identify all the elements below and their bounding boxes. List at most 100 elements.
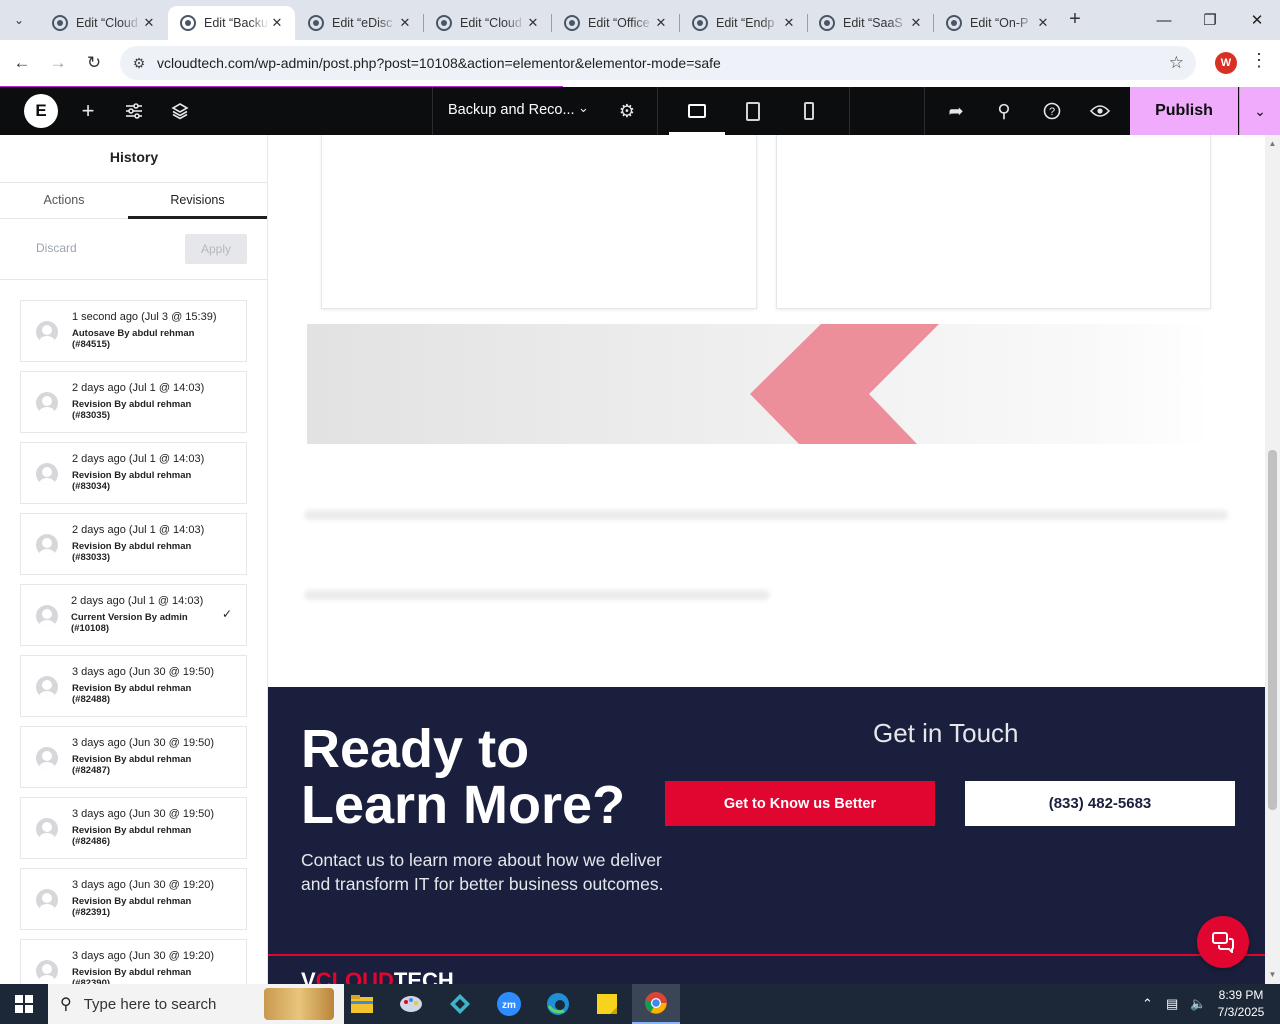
paint-app-icon[interactable] bbox=[387, 984, 435, 1024]
tab-label: Edit “Cloud bbox=[76, 16, 138, 30]
tab-revisions[interactable]: Revisions bbox=[128, 183, 267, 219]
content-card[interactable] bbox=[776, 135, 1211, 309]
help-question-icon[interactable]: ? bbox=[1040, 99, 1064, 123]
app-diamond-icon[interactable] bbox=[436, 984, 484, 1024]
close-icon[interactable]: ✕ bbox=[141, 15, 157, 31]
desktop-device-icon[interactable] bbox=[685, 99, 709, 123]
volume-icon[interactable]: 🔈 bbox=[1190, 984, 1206, 1024]
system-clock[interactable]: 8:39 PM 7/3/2025 bbox=[1210, 987, 1272, 1021]
file-explorer-icon[interactable] bbox=[338, 984, 386, 1024]
tab-label: Edit “Cloud bbox=[460, 16, 522, 30]
zoom-app-icon[interactable]: zm bbox=[485, 984, 533, 1024]
taskbar-search[interactable]: ⚲ Type here to search bbox=[48, 984, 344, 1024]
revision-author: Autosave By abdul rehman bbox=[72, 328, 195, 339]
close-icon[interactable]: ✕ bbox=[1035, 15, 1051, 31]
browser-menu-icon[interactable]: ⋮ bbox=[1250, 50, 1268, 71]
bookmark-star-icon[interactable]: ☆ bbox=[1169, 53, 1184, 73]
edge-browser-icon[interactable] bbox=[534, 984, 582, 1024]
revision-item[interactable]: 3 days ago (Jun 30 @ 19:50) Revision By … bbox=[20, 655, 247, 717]
tab-search-chevron-icon[interactable]: ⌄ bbox=[6, 7, 32, 33]
tray-overflow-chevron-icon[interactable]: ⌃ bbox=[1142, 984, 1153, 1024]
search-placeholder: Type here to search bbox=[83, 995, 217, 1013]
windows-start-icon[interactable] bbox=[0, 984, 48, 1024]
content-card[interactable] bbox=[321, 135, 757, 309]
discard-button[interactable]: Discard bbox=[36, 241, 77, 255]
search-icon[interactable]: ⚲ bbox=[992, 99, 1016, 123]
chat-bubble-icon[interactable] bbox=[1197, 916, 1249, 968]
footer-logo[interactable]: VCLOUDTECH bbox=[301, 968, 454, 984]
close-icon[interactable]: ✕ bbox=[397, 15, 413, 31]
close-icon[interactable]: ✕ bbox=[908, 15, 924, 31]
restore-icon[interactable]: ❐ bbox=[1187, 0, 1233, 40]
revision-time: 3 days ago (Jun 30 @ 19:50) bbox=[72, 808, 215, 820]
browser-tab[interactable]: Edit “Office ✕ bbox=[552, 6, 679, 40]
publish-button[interactable]: Publish bbox=[1130, 87, 1238, 135]
revision-item[interactable]: 2 days ago (Jul 1 @ 14:03) Revision By a… bbox=[20, 513, 247, 575]
scroll-down-arrow-icon[interactable]: ▼ bbox=[1265, 968, 1280, 982]
elementor-logo-icon[interactable]: E bbox=[24, 94, 58, 128]
revision-id: (#82487) bbox=[72, 765, 111, 776]
apply-button[interactable]: Apply bbox=[185, 234, 247, 264]
new-tab-plus-icon[interactable]: + bbox=[1064, 8, 1086, 32]
preview-eye-icon[interactable] bbox=[1088, 99, 1112, 123]
get-to-know-us-button[interactable]: Get to Know us Better bbox=[665, 781, 935, 826]
revision-author: Revision By abdul rehman bbox=[72, 399, 192, 410]
revision-item[interactable]: 3 days ago (Jun 30 @ 19:20) Revision By … bbox=[20, 939, 247, 984]
browser-tab[interactable]: Edit “SaaS ✕ bbox=[807, 6, 934, 40]
revision-time: 2 days ago (Jul 1 @ 14:03) bbox=[72, 524, 205, 536]
history-tabs: Actions Revisions bbox=[0, 182, 267, 219]
tab-label: Edit “SaaS bbox=[843, 16, 903, 30]
browser-tab[interactable]: Edit “Cloud ✕ bbox=[424, 6, 551, 40]
browser-tab[interactable]: Edit “Endp ✕ bbox=[680, 6, 807, 40]
back-arrow-icon[interactable]: ← bbox=[9, 50, 35, 76]
url-text[interactable]: vcloudtech.com/wp-admin/post.php?post=10… bbox=[157, 55, 721, 71]
add-element-plus-icon[interactable]: + bbox=[76, 98, 100, 123]
divider bbox=[432, 87, 433, 135]
close-icon[interactable]: ✕ bbox=[781, 15, 797, 31]
browser-tab[interactable]: Edit “On-P ✕ bbox=[934, 6, 1061, 40]
close-icon[interactable]: ✕ bbox=[269, 15, 285, 31]
revision-item[interactable]: 3 days ago (Jun 30 @ 19:50) Revision By … bbox=[20, 797, 247, 859]
chevron-down-icon[interactable]: ⌄ bbox=[578, 100, 589, 116]
revision-item[interactable]: 3 days ago (Jun 30 @ 19:20) Revision By … bbox=[20, 868, 247, 930]
site-settings-sliders-icon[interactable] bbox=[122, 99, 146, 123]
scroll-up-arrow-icon[interactable]: ▲ bbox=[1265, 137, 1280, 151]
chevron-arrow-graphic bbox=[750, 324, 939, 444]
network-icon[interactable]: ▤ bbox=[1166, 984, 1178, 1024]
tab-actions[interactable]: Actions bbox=[0, 183, 128, 219]
reload-icon[interactable]: ↻ bbox=[81, 50, 107, 76]
close-icon[interactable]: ✕ bbox=[653, 15, 669, 31]
page-settings-gear-icon[interactable]: ⚙ bbox=[615, 99, 639, 123]
site-info-icon[interactable]: ⚙ bbox=[130, 54, 148, 72]
scrollbar-thumb[interactable] bbox=[1268, 450, 1277, 810]
document-title[interactable]: Backup and Reco... bbox=[448, 102, 575, 118]
sticky-notes-icon[interactable] bbox=[583, 984, 631, 1024]
revision-id: (#84515) bbox=[72, 339, 111, 350]
structure-layers-icon[interactable] bbox=[168, 99, 192, 123]
checkmark-icon: ✓ bbox=[221, 607, 232, 621]
revision-item[interactable]: 3 days ago (Jun 30 @ 19:50) Revision By … bbox=[20, 726, 247, 788]
phone-button[interactable]: (833) 482-5683 bbox=[965, 781, 1235, 826]
publish-options-chevron-icon[interactable]: ⌄ bbox=[1239, 87, 1280, 135]
close-icon[interactable]: ✕ bbox=[525, 15, 541, 31]
revision-item[interactable]: 2 days ago (Jul 1 @ 14:03) Revision By a… bbox=[20, 371, 247, 433]
browser-tab[interactable]: Edit “eDisc ✕ bbox=[296, 6, 423, 40]
notifications-megaphone-icon[interactable]: ➦ bbox=[944, 99, 968, 123]
chrome-browser-icon[interactable] bbox=[632, 984, 680, 1024]
revision-item[interactable]: 1 second ago (Jul 3 @ 15:39) Autosave By… bbox=[20, 300, 247, 362]
forward-arrow-icon[interactable]: → bbox=[45, 50, 71, 76]
revision-time: 3 days ago (Jun 30 @ 19:50) bbox=[72, 666, 215, 678]
revision-item-current[interactable]: 2 days ago (Jul 1 @ 14:03) Current Versi… bbox=[20, 584, 247, 646]
window-close-icon[interactable]: ✕ bbox=[1234, 0, 1280, 40]
browser-tab-active[interactable]: Edit “Backup ✕ bbox=[168, 6, 295, 40]
tablet-device-icon[interactable] bbox=[741, 99, 765, 123]
revision-item[interactable]: 2 days ago (Jul 1 @ 14:03) Revision By a… bbox=[20, 442, 247, 504]
address-bar[interactable]: ⚙ vcloudtech.com/wp-admin/post.php?post=… bbox=[120, 46, 1196, 80]
browser-tab[interactable]: Edit “Cloud ✕ bbox=[40, 6, 167, 40]
minimize-icon[interactable]: — bbox=[1141, 0, 1187, 40]
revision-time: 3 days ago (Jun 30 @ 19:50) bbox=[72, 737, 215, 749]
avatar bbox=[36, 534, 58, 556]
mobile-device-icon[interactable] bbox=[797, 99, 821, 123]
profile-avatar[interactable]: W bbox=[1215, 52, 1237, 74]
avatar bbox=[36, 392, 58, 414]
